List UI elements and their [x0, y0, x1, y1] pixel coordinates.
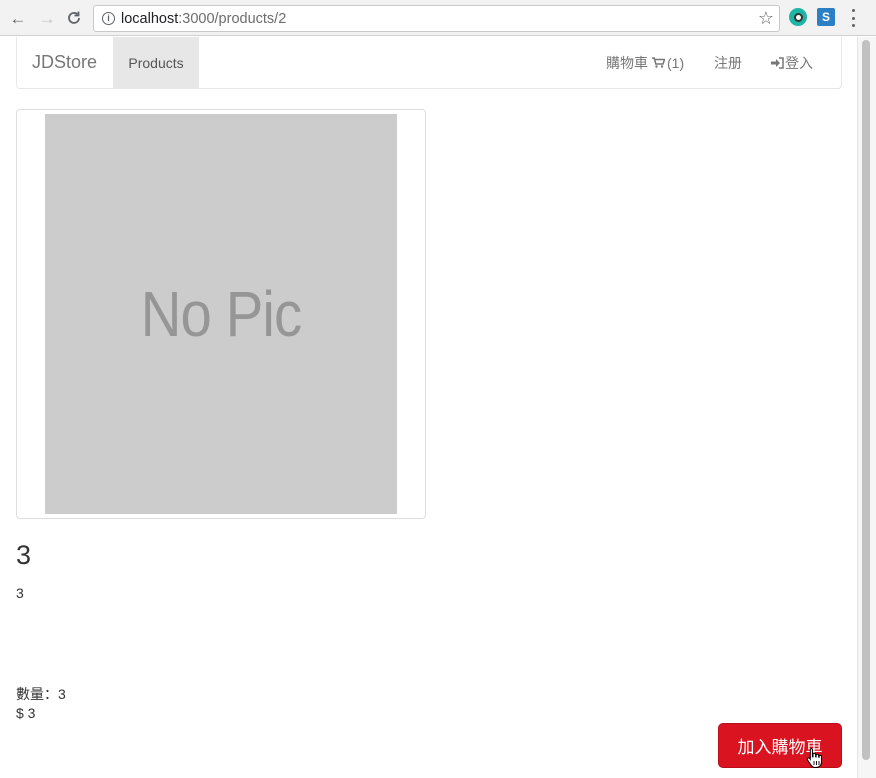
- star-icon[interactable]: ☆: [758, 7, 774, 29]
- scrollbar-thumb[interactable]: [862, 40, 870, 760]
- cart-label: 購物車: [606, 54, 648, 71]
- info-icon[interactable]: i: [102, 12, 115, 25]
- product-price: $ 3: [16, 705, 36, 721]
- forward-arrow-icon[interactable]: →: [37, 8, 57, 28]
- register-link[interactable]: 注册: [714, 37, 742, 88]
- login-icon: [771, 56, 784, 69]
- hand-cursor-icon: [806, 747, 824, 769]
- url-text[interactable]: localhost:3000/products/2: [121, 11, 286, 27]
- login-link[interactable]: 登入: [771, 37, 813, 88]
- cart-link[interactable]: 購物車 (1): [606, 37, 684, 88]
- address-bar[interactable]: i localhost:3000/products/2 ☆: [93, 5, 780, 32]
- page-viewport: JDStore Products 購物車 (1) 注册 登入 No Pic 3 …: [0, 37, 857, 778]
- extension-icon[interactable]: [789, 8, 807, 26]
- menu-icon[interactable]: [848, 9, 858, 27]
- site-navbar: JDStore Products 購物車 (1) 注册 登入: [16, 37, 842, 89]
- no-pic-placeholder: No Pic: [45, 114, 397, 514]
- product-quantity: 數量：3: [16, 686, 66, 702]
- brand-link[interactable]: JDStore: [32, 52, 97, 73]
- back-arrow-icon[interactable]: ←: [8, 8, 28, 28]
- product-image: No Pic: [16, 109, 426, 519]
- browser-toolbar: ← → i localhost:3000/products/2 ☆ S: [0, 0, 876, 36]
- cart-icon: [652, 57, 665, 68]
- nav-products-link[interactable]: Products: [113, 37, 199, 88]
- reload-icon[interactable]: [64, 8, 84, 28]
- product-title: 3: [16, 540, 32, 570]
- vertical-scrollbar[interactable]: [857, 37, 876, 778]
- login-label: 登入: [785, 54, 813, 71]
- product-description: 3: [16, 585, 24, 601]
- extension-icon[interactable]: S: [817, 8, 835, 26]
- cart-count: (1): [667, 54, 685, 71]
